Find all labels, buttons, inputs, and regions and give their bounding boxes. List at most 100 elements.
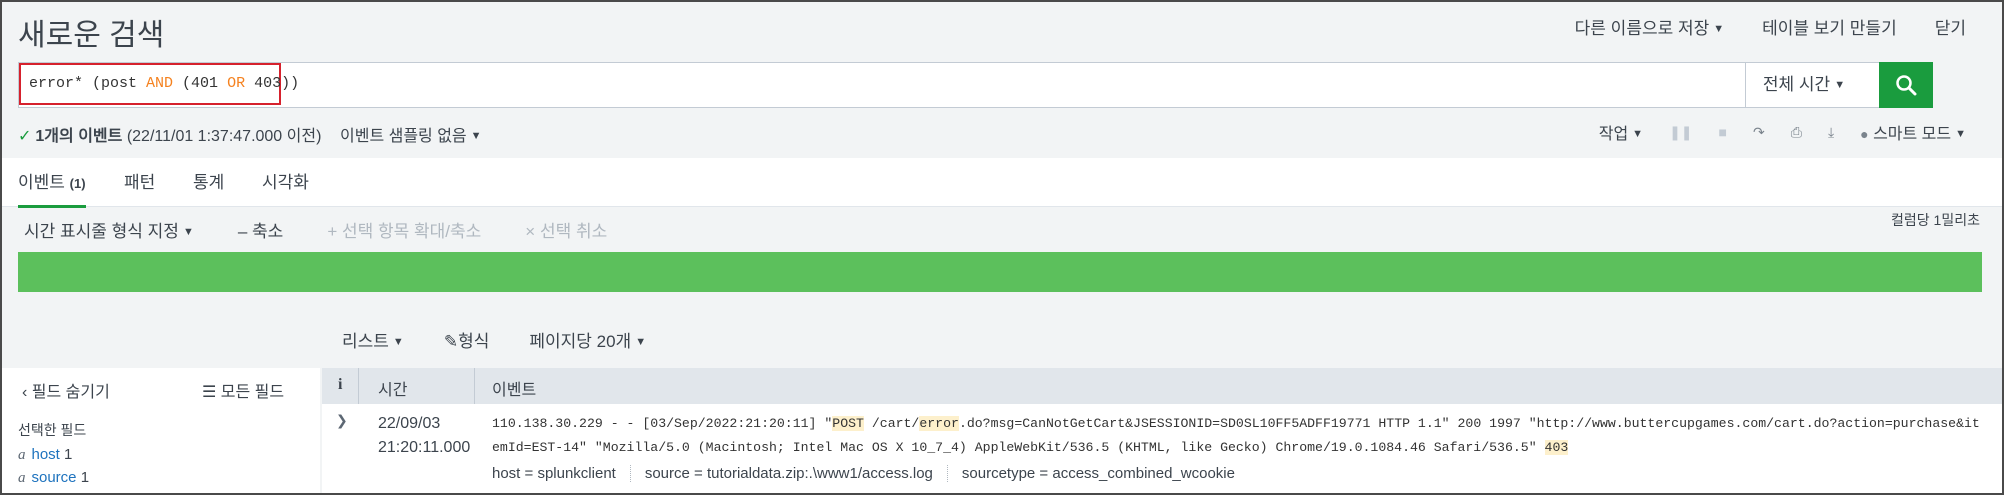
- query-text: 403)): [245, 75, 300, 92]
- share-icon[interactable]: ↷: [1753, 124, 1765, 141]
- list-view-menu[interactable]: 리스트 ▼: [342, 327, 404, 352]
- deselect-button[interactable]: × 선택 취소: [525, 217, 607, 242]
- field-type-icon: a: [18, 470, 26, 486]
- event-field-source[interactable]: source = tutorialdata.zip:.\www1/access.…: [629, 465, 947, 482]
- timeline-controls: 시간 표시줄 형식 지정 ▼ – 축소 + 선택 항목 확대/축소 × 선택 취소: [24, 217, 607, 242]
- list-icon: ☰: [202, 384, 217, 401]
- time-range-label: 전체 시간: [1762, 75, 1831, 94]
- stop-icon[interactable]: ■: [1719, 124, 1727, 140]
- zoom-out-label: 축소: [252, 222, 284, 241]
- caret-down-icon: ▼: [1834, 79, 1846, 91]
- selected-fields-heading: 선택한 필드: [18, 422, 87, 438]
- field-type-icon: a: [18, 447, 26, 463]
- per-page-menu[interactable]: 페이지당 20개 ▼: [529, 327, 646, 352]
- time-range-picker[interactable]: 전체 시간 ▼: [1745, 63, 1862, 107]
- time-column-header[interactable]: 시간: [378, 376, 407, 400]
- expand-row-icon[interactable]: ❯: [336, 412, 348, 429]
- bulb-icon: ●: [1860, 126, 1869, 142]
- pause-icon[interactable]: ❚❚: [1669, 124, 1692, 141]
- query-text: error* (post: [29, 75, 147, 92]
- event-clock: 21:20:11.000: [378, 439, 471, 456]
- job-label: 작업: [1598, 126, 1629, 143]
- tab-patterns[interactable]: 패턴: [124, 168, 155, 205]
- zoom-selection-label: 선택 항목 확대/축소: [341, 222, 482, 241]
- event-sampling-dropdown[interactable]: 이벤트 샘플링 없음 ▼: [340, 122, 482, 146]
- result-tabs: 이벤트 (1) 패턴 통계 시각화: [2, 158, 2002, 208]
- event-column-header: 이벤트: [492, 382, 537, 399]
- field-count: 1: [80, 469, 90, 486]
- chevron-left-icon: ‹: [22, 384, 28, 401]
- export-icon[interactable]: ⤓: [1828, 124, 1834, 141]
- fields-sidebar: ‹ 필드 숨기기 ☰ 모든 필드 선택한 필드 a host 1 a source …: [2, 368, 320, 493]
- query-keyword: AND: [146, 75, 174, 92]
- info-column-header: i: [338, 376, 343, 393]
- highlighted-term[interactable]: error: [919, 416, 959, 431]
- search-bar: error* (post AND (401 OR 403)) 전체 시간 ▼: [18, 62, 1933, 108]
- minus-icon: –: [237, 222, 248, 241]
- caret-down-icon: ▼: [182, 226, 194, 238]
- format-button[interactable]: ✎형식: [444, 327, 490, 352]
- per-page-label: 페이지당 20개: [529, 332, 632, 351]
- search-page: 새로운 검색 다른 이름으로 저장 ▼ 테이블 보기 만들기 닫기 error* …: [0, 0, 2004, 495]
- hide-fields-button[interactable]: ‹ 필드 숨기기: [22, 378, 110, 402]
- tab-visualization[interactable]: 시각화: [262, 168, 309, 205]
- tab-events[interactable]: 이벤트 (1): [18, 168, 86, 208]
- field-name[interactable]: host: [32, 446, 60, 463]
- event-field-list: host = splunkclient source = tutorialdat…: [492, 465, 1249, 482]
- search-mode-menu[interactable]: ● 스마트 모드 ▼: [1860, 120, 1966, 144]
- highlighted-term[interactable]: 403: [1544, 440, 1569, 455]
- event-date: 22/09/03: [378, 415, 441, 432]
- caret-down-icon: ▼: [1632, 128, 1644, 140]
- save-as-menu[interactable]: 다른 이름으로 저장 ▼: [1575, 14, 1724, 39]
- tab-events-label: 이벤트: [18, 173, 65, 192]
- event-raw-text: 110.138.30.229 - - [03/Sep/2022:21:20:11…: [492, 412, 1982, 460]
- field-name[interactable]: source: [32, 469, 77, 486]
- close-link[interactable]: 닫기: [1935, 14, 1966, 39]
- caret-down-icon: ▼: [1713, 23, 1725, 35]
- zoom-out-button[interactable]: – 축소: [238, 217, 283, 242]
- event-field-sourcetype[interactable]: sourcetype = access_combined_wcookie: [946, 465, 1249, 482]
- caret-down-icon: ▼: [635, 336, 647, 348]
- tab-statistics[interactable]: 통계: [193, 168, 224, 205]
- highlighted-term[interactable]: POST: [832, 416, 864, 431]
- field-item-source[interactable]: a source 1: [18, 469, 89, 487]
- status-timestamp: (22/11/01 1:37:47.000 이전): [126, 128, 322, 145]
- format-timeline-menu[interactable]: 시간 표시줄 형식 지정 ▼: [24, 217, 194, 242]
- save-as-label: 다른 이름으로 저장: [1574, 19, 1710, 38]
- search-button[interactable]: [1879, 62, 1933, 108]
- search-icon: [1896, 75, 1917, 96]
- column-divider: [358, 368, 359, 404]
- format-timeline-label: 시간 표시줄 형식 지정: [24, 222, 179, 241]
- all-fields-label: 모든 필드: [220, 384, 285, 401]
- list-label: 리스트: [342, 332, 389, 351]
- query-keyword: OR: [227, 75, 246, 92]
- deselect-label: 선택 취소: [539, 222, 608, 241]
- caret-down-icon: ▼: [1955, 128, 1966, 140]
- event-field-host[interactable]: host = splunkclient: [492, 465, 630, 482]
- search-query-input[interactable]: error* (post AND (401 OR 403)): [19, 63, 299, 105]
- events-table: i 시간 이벤트 ❯ 22/09/03 21:20:11.000 110.138…: [322, 368, 2002, 493]
- pencil-icon: ✎: [443, 332, 459, 351]
- check-icon: ✓: [18, 128, 32, 145]
- zoom-selection-button[interactable]: + 선택 항목 확대/축소: [327, 217, 481, 242]
- field-item-host[interactable]: a host 1: [18, 446, 72, 464]
- job-toolbar: 작업 ▼ ❚❚ ■ ↷ ⎙ ⤓ ● 스마트 모드 ▼: [1599, 120, 1966, 144]
- create-table-view-link[interactable]: 테이블 보기 만들기: [1762, 14, 1897, 39]
- top-actions: 다른 이름으로 저장 ▼ 테이블 보기 만들기 닫기: [1575, 14, 1966, 39]
- caret-down-icon: ▼: [470, 130, 482, 142]
- job-menu[interactable]: 작업 ▼: [1599, 120, 1643, 144]
- raw-text: 110.138.30.229 - - [03/Sep/2022:21:20:11…: [492, 416, 833, 431]
- field-count: 1: [64, 446, 73, 463]
- sampling-label: 이벤트 샘플링 없음: [340, 128, 467, 145]
- hide-fields-label: 필드 숨기기: [31, 384, 110, 401]
- event-time[interactable]: 22/09/03 21:20:11.000: [378, 412, 470, 460]
- events-table-header: i 시간 이벤트: [322, 368, 2002, 404]
- event-count-status: ✓ 1개의 이벤트 (22/11/01 1:37:47.000 이전): [18, 122, 321, 146]
- print-icon[interactable]: ⎙: [1791, 124, 1802, 141]
- timeline-bar[interactable]: [18, 252, 1982, 292]
- all-fields-button[interactable]: ☰ 모든 필드: [202, 378, 284, 402]
- raw-text: /cart/: [863, 416, 920, 431]
- x-icon: ×: [525, 222, 536, 241]
- event-count: 1개의 이벤트: [35, 128, 123, 145]
- list-controls: 리스트 ▼ ✎형식 페이지당 20개 ▼: [342, 327, 646, 352]
